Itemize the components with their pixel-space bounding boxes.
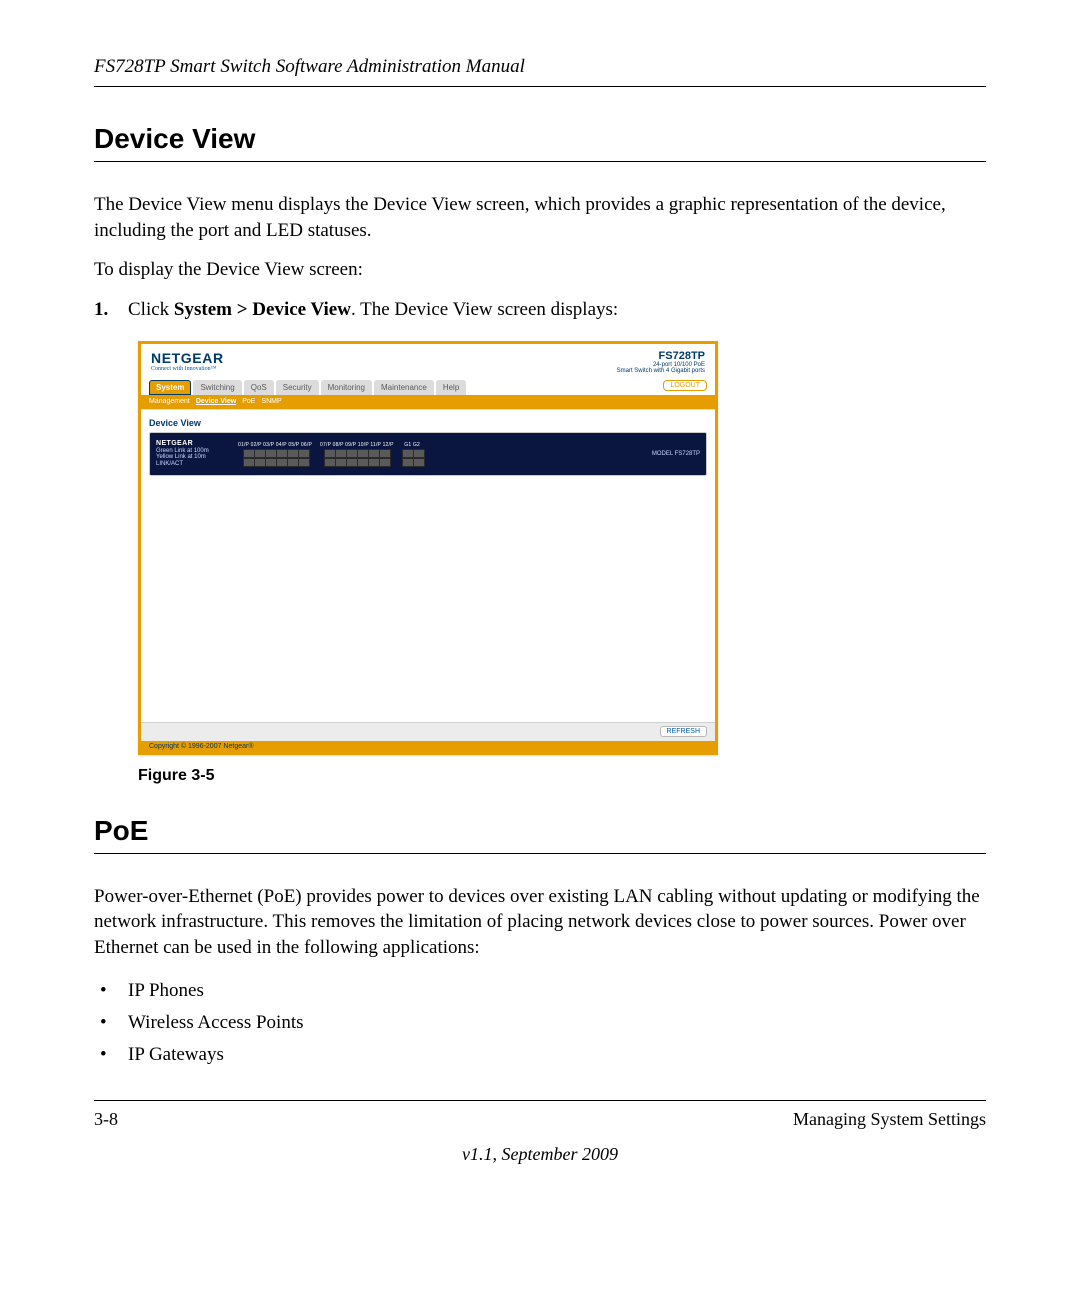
subtab-snmp[interactable]: SNMP <box>261 398 281 405</box>
brand-block: NETGEAR Connect with Innovation™ <box>151 350 224 372</box>
main-tab-bar: System Switching QoS Security Monitoring… <box>141 377 715 395</box>
refresh-button[interactable]: REFRESH <box>660 726 707 737</box>
subtab-poe[interactable]: PoE <box>242 398 255 405</box>
step-text-suffix: . The Device View screen displays: <box>351 299 618 320</box>
device-view-description: The Device View menu displays the Device… <box>94 192 986 243</box>
page-footer: 3-8 Managing System Settings <box>94 1100 986 1130</box>
figure-screenshot: NETGEAR Connect with Innovation™ FS728TP… <box>138 341 986 755</box>
heading-rule <box>94 161 986 162</box>
tab-qos[interactable]: QoS <box>244 380 274 395</box>
model-block: FS728TP 24-port 10/100 PoE Smart Switch … <box>617 350 705 375</box>
logout-button[interactable]: LOGOUT <box>663 380 707 391</box>
subtab-management[interactable]: Management <box>149 398 190 405</box>
device-brand-label: NETGEAR <box>156 440 228 448</box>
tab-help[interactable]: Help <box>436 380 466 395</box>
heading-rule-poe <box>94 853 986 854</box>
tab-system[interactable]: System <box>149 380 191 395</box>
step-1: 1. Click System > Device View. The Devic… <box>94 297 986 323</box>
poe-applications-list: IP Phones Wireless Access Points IP Gate… <box>94 975 986 1072</box>
copyright-bar: Copyright © 1996-2007 Netgear® <box>141 741 715 752</box>
device-model-label: MODEL FS728TP <box>652 451 700 457</box>
app-footer: REFRESH <box>141 722 715 741</box>
figure-caption: Figure 3-5 <box>138 767 986 785</box>
tab-maintenance[interactable]: Maintenance <box>374 380 434 395</box>
device-graphic: NETGEAR Green Link at 100m Yellow Link a… <box>149 432 707 476</box>
tab-monitoring[interactable]: Monitoring <box>321 380 372 395</box>
app-window: NETGEAR Connect with Innovation™ FS728TP… <box>138 341 718 755</box>
subtab-device-view[interactable]: Device View <box>196 398 236 405</box>
device-view-instruction: To display the Device View screen: <box>94 257 986 283</box>
step-text-prefix: Click <box>128 299 174 320</box>
device-ports: 01/P 02/P 03/P 04/P 05/P 06/P 07/P 08/P … <box>238 442 423 466</box>
chapter-title: Managing System Settings <box>793 1109 986 1130</box>
model-number: FS728TP <box>617 350 705 362</box>
list-item: IP Phones <box>94 975 986 1007</box>
port-group-1 <box>243 449 308 466</box>
section-heading-device-view: Device View <box>94 123 986 155</box>
netgear-logo: NETGEAR <box>151 350 224 366</box>
tab-security[interactable]: Security <box>276 380 319 395</box>
port-group-2 <box>324 449 389 466</box>
brand-tagline: Connect with Innovation™ <box>151 366 224 372</box>
poe-description: Power-over-Ethernet (PoE) provides power… <box>94 884 986 961</box>
sub-tab-bar: Management Device View PoE SNMP <box>141 395 715 409</box>
section-heading-poe: PoE <box>94 815 986 847</box>
page-number: 3-8 <box>94 1109 118 1130</box>
list-item: IP Gateways <box>94 1039 986 1071</box>
device-left-info: NETGEAR Green Link at 100m Yellow Link a… <box>156 440 228 467</box>
model-desc-2: Smart Switch with 4 Gigabit ports <box>617 368 705 375</box>
model-desc-1: 24-port 10/100 PoE <box>617 362 705 369</box>
step-number: 1. <box>94 297 108 323</box>
running-header: FS728TP Smart Switch Software Administra… <box>94 56 986 87</box>
step-text-bold: System > Device View <box>174 299 351 320</box>
port-group-gigabit <box>402 449 423 466</box>
panel-title: Device View <box>149 418 707 428</box>
tab-switching[interactable]: Switching <box>193 380 241 395</box>
content-area: Device View NETGEAR Green Link at 100m Y… <box>141 409 715 722</box>
list-item: Wireless Access Points <box>94 1007 986 1039</box>
version-line: v1.1, September 2009 <box>94 1144 986 1165</box>
